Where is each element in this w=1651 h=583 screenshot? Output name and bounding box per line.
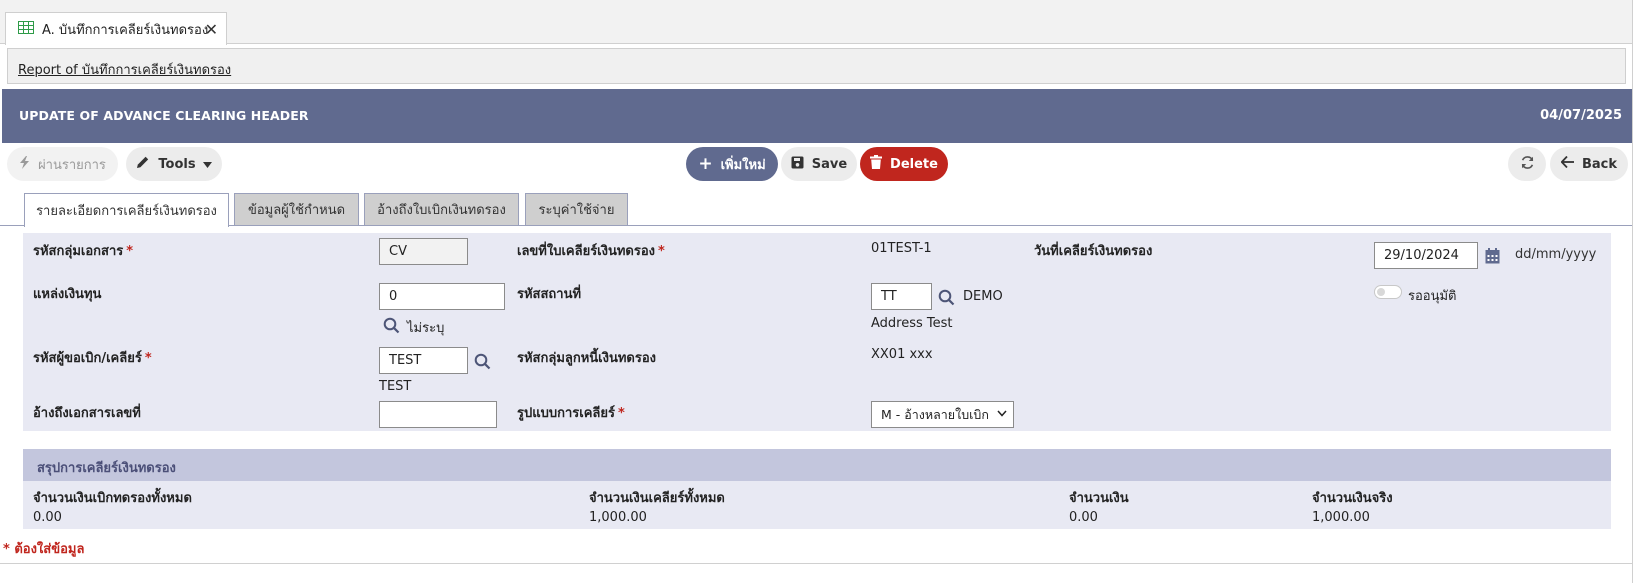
tab-user-defined[interactable]: ข้อมูลผู้ใช้กำหนด	[234, 193, 359, 225]
search-icon[interactable]	[474, 353, 491, 374]
search-icon[interactable]	[938, 289, 955, 310]
delete-button[interactable]: Delete	[860, 147, 948, 181]
pending-approval-toggle[interactable]	[1374, 285, 1402, 299]
tools-button-label: Tools	[158, 156, 196, 172]
required-marker: *	[617, 406, 625, 421]
chevron-down-icon	[202, 157, 212, 172]
back-button-label: Back	[1581, 156, 1618, 172]
required-marker: *	[658, 244, 665, 259]
requester-name: TEST	[379, 379, 412, 394]
summary-value-total-advance: 0.00	[33, 510, 62, 525]
document-tab-strip: A. บันทึกการเคลียร์เงินทดรอง ✕	[0, 0, 1632, 45]
chevron-down-icon	[997, 406, 1007, 420]
tools-button[interactable]: Tools	[126, 147, 222, 181]
fund-field[interactable]: 0	[379, 283, 505, 310]
clear-date-label: วันที่เคลียร์เงินทดรอง	[1034, 244, 1153, 259]
required-note: * ต้องใส่ข้อมูล	[3, 542, 85, 557]
window-scrollbar[interactable]	[1632, 0, 1651, 583]
required-marker: *	[144, 351, 152, 366]
location-address: Address Test	[871, 316, 953, 331]
frame-divider	[0, 563, 1632, 564]
delete-button-label: Delete	[890, 156, 938, 172]
debtor-group-label: รหัสกลุ่มลูกหนี้เงินทดรอง	[517, 351, 657, 366]
page-header: UPDATE OF ADVANCE CLEARING HEADER 04/07/…	[2, 89, 1632, 143]
summary-header: สรุปการเคลียร์เงินทดรอง	[23, 449, 1611, 481]
clear-type-select[interactable]: M - อ้างหลายใบเบิก	[871, 401, 1014, 428]
save-button[interactable]: Save	[781, 147, 857, 181]
ref-doc-label: อ้างถึงเอกสารเลขที่	[33, 406, 141, 421]
clear-date-field[interactable]: 29/10/2024	[1374, 242, 1478, 269]
pencil-icon	[136, 155, 150, 173]
arrow-left-icon	[1560, 155, 1574, 172]
summary-value-amount: 0.00	[1069, 510, 1098, 525]
floppy-icon	[791, 156, 804, 173]
requester-label: รหัสผู้ขอเบิก/เคลียร์ *	[33, 351, 152, 366]
add-new-button[interactable]: + เพิ่มใหม่	[686, 147, 778, 181]
post-button[interactable]: ผ่านรายการ	[7, 147, 118, 181]
clear-no-label: เลขที่ใบเคลียร์เงินทดรอง *	[517, 244, 665, 259]
plus-icon: +	[698, 154, 713, 174]
header-date: 04/07/2025	[1540, 108, 1622, 123]
trash-icon	[870, 155, 883, 173]
clear-no-value: 01TEST-1	[871, 241, 932, 256]
search-icon[interactable]	[383, 317, 400, 338]
location-field[interactable]: TT	[871, 283, 932, 310]
requester-field[interactable]: TEST	[379, 347, 468, 374]
clear-type-selected: M - อ้างหลายใบเบิก	[881, 406, 989, 422]
report-link[interactable]: Report of บันทึกการเคลียร์เงินทดรอง	[18, 59, 231, 80]
doc-group-label: รหัสกลุ่มเอกสาร *	[33, 244, 134, 259]
save-button-label: Save	[811, 156, 848, 172]
tab-advance-reference[interactable]: อ้างถึงใบเบิกเงินทดรอง	[364, 193, 519, 225]
required-marker: *	[126, 244, 134, 259]
pending-approval-label: รออนุมัติ	[1408, 289, 1457, 304]
tab-clearing-details[interactable]: รายละเอียดการเคลียร์เงินทดรอง	[24, 193, 229, 227]
tab-expenses[interactable]: ระบุค่าใช้จ่าย	[525, 193, 628, 225]
summary-value-actual-amount: 1,000.00	[1312, 510, 1370, 525]
clearing-form: รหัสกลุ่มเอกสาร * CV แหล่งเงินทุน 0 ไม่ระ…	[23, 233, 1611, 431]
doc-group-field[interactable]: CV	[379, 238, 468, 265]
report-bar: Report of บันทึกการเคลียร์เงินทดรอง	[7, 48, 1626, 84]
ref-doc-field[interactable]	[379, 401, 497, 428]
clear-type-label: รูปแบบการเคลียร์ *	[517, 406, 625, 421]
document-tab-label: A. บันทึกการเคลียร์เงินทดรอง	[42, 22, 209, 38]
summary-label-actual-amount: จำนวนเงินจริง	[1312, 491, 1393, 506]
summary-value-total-cleared: 1,000.00	[589, 510, 647, 525]
summary-body: จำนวนเงินเบิกทดรองทั้งหมด 0.00 จำนวนเงิน…	[23, 481, 1611, 529]
summary-label-amount: จำนวนเงิน	[1069, 491, 1129, 506]
bolt-icon	[19, 155, 30, 173]
refresh-button[interactable]	[1508, 147, 1546, 181]
page: A. บันทึกการเคลียร์เงินทดรอง ✕ Report of…	[0, 0, 1651, 583]
add-new-button-label: เพิ่มใหม่	[720, 157, 766, 173]
table-icon	[18, 20, 34, 38]
form-tabs: รายละเอียดการเคลียร์เงินทดรอง ข้อมูลผู้ใ…	[0, 193, 1632, 227]
date-format-hint: dd/mm/yyyy	[1515, 247, 1597, 262]
fund-description: ไม่ระบุ	[407, 321, 445, 336]
calendar-icon[interactable]	[1485, 248, 1500, 268]
post-button-label: ผ่านรายการ	[38, 157, 106, 173]
debtor-group-value: XX01 xxx	[871, 347, 933, 362]
fund-label: แหล่งเงินทุน	[33, 287, 102, 302]
location-label: รหัสสถานที่	[517, 287, 582, 302]
summary-label-total-cleared: จำนวนเงินเคลียร์ทั้งหมด	[589, 491, 725, 506]
summary-label-total-advance: จำนวนเงินเบิกทดรองทั้งหมด	[33, 491, 192, 506]
close-icon[interactable]: ✕	[205, 20, 218, 39]
toolbar: ผ่านรายการ Tools + เพิ่มใหม่ Save Delete…	[0, 143, 1632, 185]
summary-title: สรุปการเคลียร์เงินทดรอง	[37, 461, 176, 476]
refresh-icon	[1520, 155, 1535, 174]
document-tab[interactable]: A. บันทึกการเคลียร์เงินทดรอง ✕	[5, 12, 227, 45]
location-name: DEMO	[963, 289, 1003, 304]
page-title: UPDATE OF ADVANCE CLEARING HEADER	[19, 108, 309, 123]
back-button[interactable]: Back	[1550, 147, 1628, 181]
